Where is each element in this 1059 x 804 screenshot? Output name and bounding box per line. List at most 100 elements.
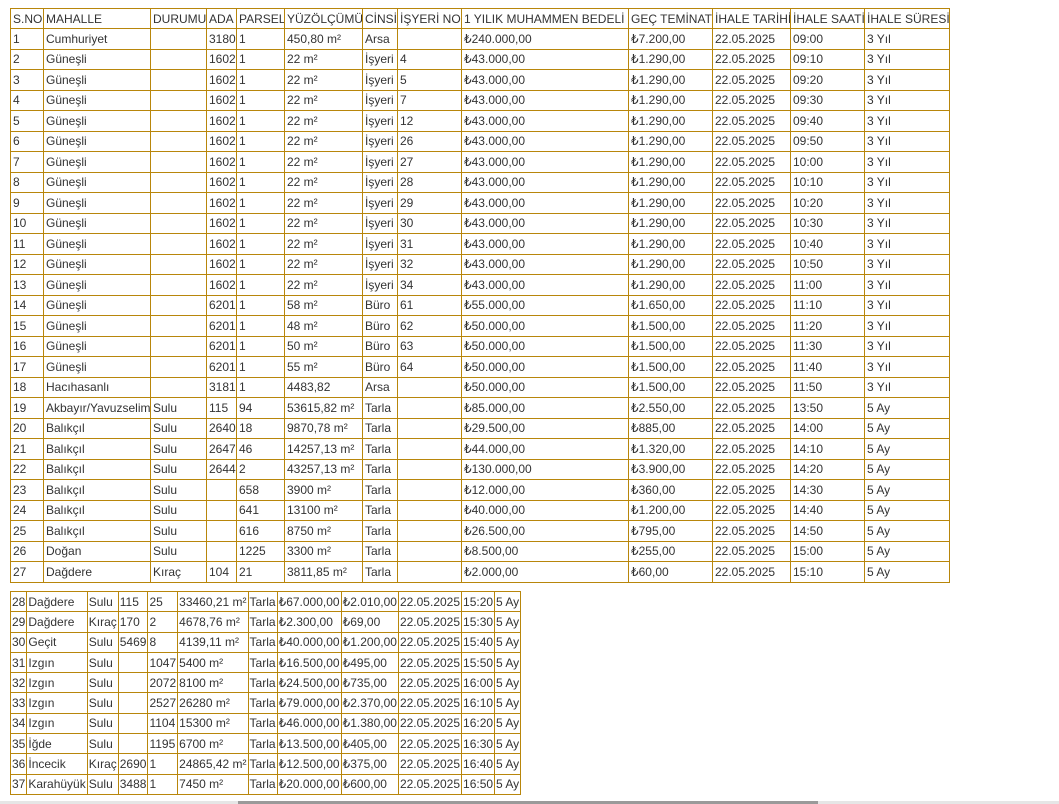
table-cell: 6201 [207, 295, 237, 316]
table-cell: 6201 [207, 336, 237, 357]
table-cell: 16:30 [462, 734, 496, 755]
table-cell: 22.05.2025 [398, 713, 463, 735]
table-cell: 1 [237, 172, 285, 193]
table-cell: ₺1.290,00 [629, 70, 713, 91]
table-cell: Arsa [363, 29, 398, 50]
table-cell: 55 m² [285, 357, 363, 378]
table-cell: 104 [207, 562, 237, 583]
table-cell: 10:10 [791, 172, 865, 193]
table-cell: 22.05.2025 [398, 592, 463, 613]
table-cell: 22.05.2025 [713, 275, 791, 296]
table-cell: 7 [11, 152, 44, 173]
table-cell: ₺13.500,00 [277, 734, 342, 755]
table-cell: ₺1.500,00 [629, 357, 713, 378]
table-cell: 1602 [207, 275, 237, 296]
table-cell: Güneşli [44, 70, 151, 91]
table-cell [118, 673, 149, 694]
table-cell [151, 336, 207, 357]
table-cell: 15:30 [462, 612, 496, 633]
table-cell: İşyeri [363, 193, 398, 214]
table-row: 3 Güneşli 1602 1 22 m² İşyeri 5 ₺43.000,00 ₺1.29… [11, 70, 950, 91]
table-cell: 25 [148, 592, 179, 613]
table-row: 1 Cumhuriyet 3180 1 450,80 m² Arsa ₺240.000,00… [11, 29, 950, 50]
table-cell: 5 Ay [865, 418, 950, 439]
column-header: 1 YILIK MUHAMMEN BEDELİ [462, 9, 629, 29]
table-cell: 19 [11, 398, 44, 419]
table-cell: 14:10 [791, 439, 865, 460]
table-cell: ₺1.290,00 [629, 90, 713, 111]
table-row: 24 Balıkçıl Sulu 641 13100 m² Tarla ₺40.000,00… [11, 500, 950, 521]
table-cell: 22 m² [285, 111, 363, 132]
table-cell [398, 398, 462, 419]
table-cell: Güneşli [44, 172, 151, 193]
table-cell: 616 [237, 521, 285, 542]
table-cell: ₺69,00 [341, 612, 399, 633]
table-cell: 34 [11, 713, 28, 735]
table-cell: 5400 m² [178, 652, 249, 674]
table-cell: İşyeri [363, 275, 398, 296]
table-cell: Sulu [151, 418, 207, 439]
table-cell: 22.05.2025 [713, 131, 791, 152]
table-cell: 22 m² [285, 275, 363, 296]
table-cell: 5 Ay [865, 562, 950, 583]
table-cell: ₺1.500,00 [629, 336, 713, 357]
tender-table-continued: 28 Dağdere Sulu 115 25 33460,21 m² Tarla ₺67.00… [10, 591, 522, 795]
table-cell: 94 [237, 398, 285, 419]
table-cell: ₺43.000,00 [462, 234, 629, 255]
table-cell: 31 [11, 652, 28, 674]
table-cell: 16:20 [462, 713, 496, 735]
table-cell: 36 [11, 754, 28, 775]
table-cell: ₺375,00 [341, 754, 399, 775]
table-cell: ₺405,00 [341, 734, 399, 755]
table-cell: 27 [11, 562, 44, 583]
table-cell: 12 [398, 111, 462, 132]
table-cell: ₺12.000,00 [462, 480, 629, 501]
table-cell: 14:00 [791, 418, 865, 439]
table-cell: ₺2.370,00 [341, 693, 399, 714]
table-cell: 16:40 [462, 754, 496, 775]
table-cell: 7450 m² [178, 774, 249, 795]
table-cell: ₺43.000,00 [462, 131, 629, 152]
table-cell: 6 [11, 131, 44, 152]
table-cell: 22 m² [285, 234, 363, 255]
table-cell: ₺7.200,00 [629, 29, 713, 50]
table-cell: Tarla [248, 754, 278, 775]
table-cell: 3 Yıl [865, 49, 950, 70]
table-cell: 4 [11, 90, 44, 111]
table-cell: Tarla [248, 713, 278, 735]
table-cell: Sulu [87, 734, 119, 755]
table-cell: ₺40.000,00 [277, 632, 342, 653]
table-cell: İğde [27, 734, 88, 755]
column-header: İHALE SAATİ [791, 9, 865, 29]
table-cell: 1 [237, 29, 285, 50]
column-header: YÜZÖLÇÜMÜ [285, 9, 363, 29]
table-cell: Izgın [27, 693, 88, 714]
table-cell: ₺1.290,00 [629, 193, 713, 214]
table-cell: 9 [11, 193, 44, 214]
table-cell: 23 [11, 480, 44, 501]
table-cell: Tarla [363, 480, 398, 501]
column-header: MAHALLE [44, 9, 151, 29]
table-row: 18 Hacıhasanlı 3181 1 4483,82 Arsa ₺50.000,00 ₺… [11, 377, 950, 398]
table-cell: 10:30 [791, 213, 865, 234]
table-cell: Tarla [363, 439, 398, 460]
table-cell: ₺1.500,00 [629, 316, 713, 337]
table-cell: Güneşli [44, 49, 151, 70]
table-cell: ₺8.500,00 [462, 541, 629, 562]
table-cell [398, 500, 462, 521]
column-header: İHALE SÜRESİ [865, 9, 950, 29]
table-cell: 22.05.2025 [713, 521, 791, 542]
table-cell: 1602 [207, 70, 237, 91]
table-cell: Güneşli [44, 234, 151, 255]
table-row: 29 Dağdere Kıraç 170 2 4678,76 m² Tarla ₺2.300,… [11, 612, 522, 633]
table-cell: Sulu [87, 652, 119, 674]
table-cell: 4678,76 m² [178, 612, 249, 633]
table-cell: 28 [11, 592, 28, 613]
table-cell [151, 295, 207, 316]
table-cell: 1 [237, 377, 285, 398]
table-cell: 12 [11, 254, 44, 275]
table-cell: 22 m² [285, 131, 363, 152]
table-cell: Doğan [44, 541, 151, 562]
table-cell: 1 [11, 29, 44, 50]
table-cell: 10 [11, 213, 44, 234]
